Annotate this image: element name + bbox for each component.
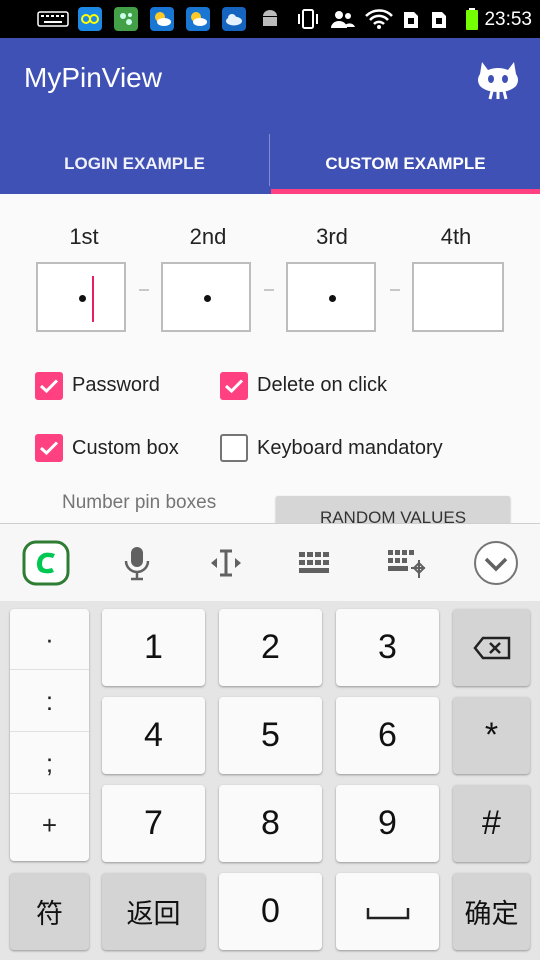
pin-dot: [204, 295, 211, 302]
random-values-button[interactable]: RANDOM VALUES: [276, 496, 510, 524]
password-label: Password: [72, 374, 160, 396]
delete-on-click-checkbox[interactable]: [220, 372, 248, 400]
microphone-icon[interactable]: [113, 539, 161, 587]
weather-icon-1: [150, 7, 174, 31]
pin-label-3: 3rd: [316, 224, 348, 249]
custom-example-content: 1st 2nd 3rd 4th Password Delete on click…: [0, 194, 540, 524]
key-8[interactable]: 8: [219, 785, 322, 862]
space-icon: [366, 907, 409, 919]
confirm-key[interactable]: 确定: [453, 873, 530, 950]
backspace-icon: [472, 636, 510, 659]
pin-box-3[interactable]: [286, 262, 376, 332]
number-pin-boxes-label: Number pin boxes: [62, 492, 217, 513]
key-dot[interactable]: ·: [10, 609, 89, 670]
keyboard-logo-icon[interactable]: [22, 539, 70, 587]
key-colon[interactable]: :: [10, 671, 89, 732]
pin-label-2: 2nd: [189, 224, 227, 249]
keyboard-mandatory-checkbox[interactable]: [220, 434, 248, 462]
key-plus[interactable]: +: [10, 795, 89, 856]
key-4[interactable]: 4: [102, 697, 205, 774]
text-cursor-icon[interactable]: [202, 539, 250, 587]
cloud-icon: [222, 7, 246, 31]
sim2-icon: [428, 7, 450, 31]
tab-custom-example[interactable]: CUSTOM EXAMPLE: [271, 134, 540, 194]
text-cursor: [92, 276, 94, 322]
key-7[interactable]: 7: [102, 785, 205, 862]
key-1[interactable]: 1: [102, 609, 205, 686]
custom-box-label: Custom box: [72, 437, 179, 459]
key-2[interactable]: 2: [219, 609, 322, 686]
check-icon: [39, 441, 59, 456]
key-5[interactable]: 5: [219, 697, 322, 774]
pin-dot: [329, 295, 336, 302]
keyboard-toolbar: [0, 523, 540, 602]
check-icon: [224, 379, 244, 394]
keyboard-settings-icon[interactable]: [382, 539, 430, 587]
vibrate-icon: [296, 7, 320, 31]
pin-dot: [79, 295, 86, 302]
key-0[interactable]: 0: [219, 873, 322, 950]
pin-box-1[interactable]: [36, 262, 126, 332]
keyboard-mandatory-label: Keyboard mandatory: [257, 437, 443, 459]
keyboard-layout-icon[interactable]: [291, 539, 339, 587]
pin-separator: [264, 289, 274, 291]
key-9[interactable]: 9: [336, 785, 439, 862]
custom-box-checkbox[interactable]: [35, 434, 63, 462]
clock: 23:53: [484, 9, 532, 30]
delete-on-click-label: Delete on click: [257, 374, 388, 396]
contacts-icon: [330, 7, 356, 31]
symbol-column[interactable]: · : ; +: [10, 609, 89, 861]
app-icon-2: [114, 7, 138, 31]
android-icon: [258, 7, 282, 31]
weather-icon-2: [186, 7, 210, 31]
pin-label-1: 1st: [69, 224, 99, 249]
key-star[interactable]: *: [453, 697, 530, 774]
status-bar: 23:53: [0, 0, 540, 38]
collapse-chevron-icon[interactable]: [472, 539, 520, 587]
numeric-keyboard: · : ; + 1 2 3 4 5 6 * 7 8 9 # 符 返回 0 确定: [0, 601, 540, 960]
tab-login-example[interactable]: LOGIN EXAMPLE: [0, 134, 269, 194]
github-octocat-icon[interactable]: [474, 58, 522, 100]
app-bar: MyPinView LOGIN EXAMPLE CUSTOM EXAMPLE: [0, 38, 540, 194]
app-title: MyPinView: [24, 62, 162, 93]
key-semicolon[interactable]: ;: [10, 733, 89, 794]
check-icon: [39, 379, 59, 394]
password-checkbox[interactable]: [35, 372, 63, 400]
key-6[interactable]: 6: [336, 697, 439, 774]
key-3[interactable]: 3: [336, 609, 439, 686]
backspace-key[interactable]: [453, 609, 530, 686]
key-hash[interactable]: #: [453, 785, 530, 862]
keyboard-icon: [36, 7, 70, 31]
wifi-icon: [364, 7, 394, 31]
pin-separator: [390, 289, 400, 291]
pin-label-4: 4th: [440, 224, 472, 249]
app-icon-1: [78, 7, 102, 31]
pin-box-4[interactable]: [412, 262, 504, 332]
sim1-icon: [400, 7, 422, 31]
tab-divider: [269, 134, 270, 186]
pin-separator: [139, 289, 149, 291]
back-key[interactable]: 返回: [102, 873, 205, 950]
space-key[interactable]: [336, 873, 439, 950]
symbols-key[interactable]: 符: [10, 873, 89, 950]
battery-icon: [464, 7, 480, 31]
pin-box-2[interactable]: [161, 262, 251, 332]
